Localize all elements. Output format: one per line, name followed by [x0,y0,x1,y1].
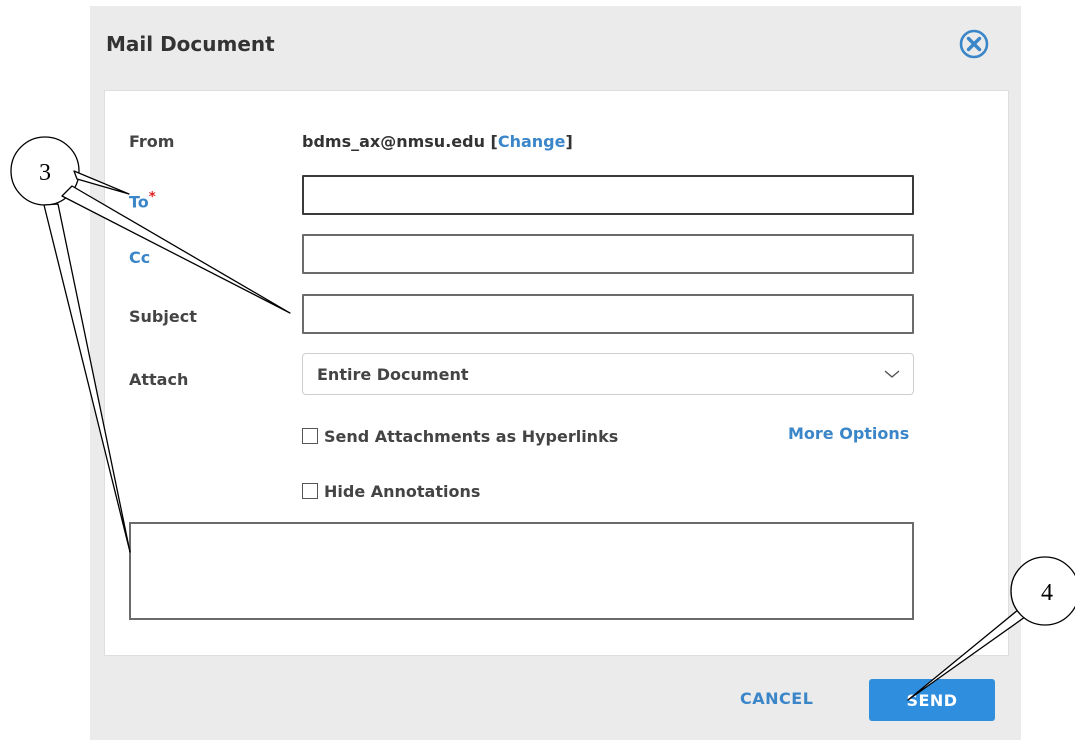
bracket-close: ] [565,132,573,151]
send-as-hyperlinks-label: Send Attachments as Hyperlinks [324,426,619,446]
chevron-down-icon [884,370,900,378]
to-input[interactable] [302,175,914,215]
mail-form-panel: From bdms_ax@nmsu.edu [Change] To* Cc Su… [104,90,1009,656]
send-as-hyperlinks-row: Send Attachments as Hyperlinks [302,424,618,448]
to-label[interactable]: To* [129,190,156,211]
change-link[interactable]: Change [498,132,566,151]
bracket-open: [ [490,132,498,151]
attach-select[interactable]: Entire Document [302,353,914,395]
cancel-button[interactable]: CANCEL [740,689,813,708]
hide-annotations-label: Hide Annotations [324,481,481,501]
subject-input[interactable] [302,294,914,334]
required-marker: * [148,190,156,205]
more-options-link[interactable]: More Options [788,424,909,443]
hide-annotations-row: Hide Annotations [302,479,480,503]
from-label: From [129,132,175,151]
send-button[interactable]: SEND [869,679,995,721]
mail-document-dialog: Mail Document From bdms_ax@nmsu.edu [Cha… [90,6,1021,740]
attach-label: Attach [129,370,189,389]
send-as-hyperlinks-checkbox[interactable] [302,428,318,444]
attach-selected-value: Entire Document [317,365,469,384]
message-textarea[interactable] [129,522,914,620]
send-button-label: SEND [906,690,958,710]
from-value: bdms_ax@nmsu.edu [Change] [302,132,573,151]
close-button[interactable] [957,27,991,61]
callout-4-number: 4 [1041,580,1053,606]
close-circle-icon [959,29,989,59]
cc-label[interactable]: Cc [129,248,150,267]
from-email: bdms_ax@nmsu.edu [302,132,485,151]
dialog-title: Mail Document [106,32,275,56]
to-label-text: To [129,192,149,212]
hide-annotations-checkbox[interactable] [302,483,318,499]
callout-3-number: 3 [39,160,51,186]
subject-label: Subject [129,307,197,326]
cc-input[interactable] [302,234,914,274]
stage: Mail Document From bdms_ax@nmsu.edu [Cha… [0,0,1075,740]
